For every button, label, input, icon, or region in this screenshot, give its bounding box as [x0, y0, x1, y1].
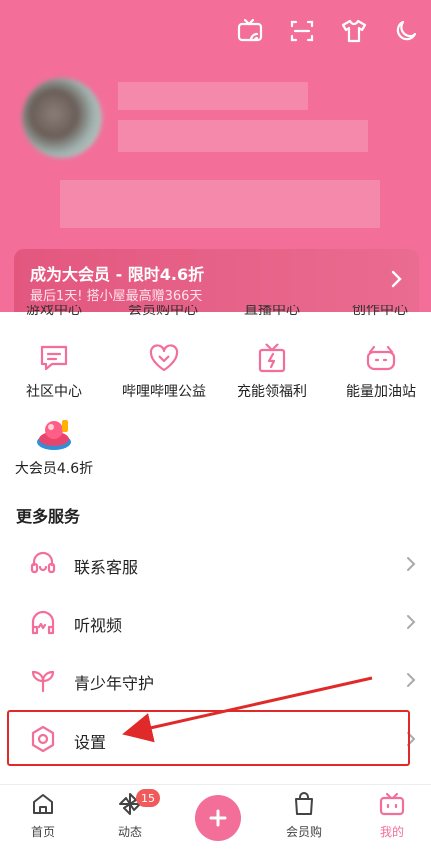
tab-home[interactable]: 首页 — [3, 791, 83, 840]
tab-label: 首页 — [30, 825, 55, 839]
tab-mine[interactable]: 我的 — [352, 791, 431, 840]
tab-label: 我的 — [379, 825, 404, 839]
tab-vip-mall[interactable]: 会员购 — [264, 791, 344, 840]
publish-plus-button[interactable] — [195, 795, 241, 841]
tab-label: 动态 — [117, 825, 142, 839]
plus-icon — [209, 809, 227, 827]
annotation-arrows — [122, 676, 376, 811]
notification-badge: 15 — [136, 789, 160, 807]
bottom-tab-bar: 首页 动态 会员购 我的 — [0, 784, 431, 849]
shopping-bag-icon — [295, 792, 313, 815]
tab-label: 会员购 — [285, 825, 322, 839]
tv-profile-icon — [379, 792, 405, 816]
home-icon — [33, 794, 53, 814]
